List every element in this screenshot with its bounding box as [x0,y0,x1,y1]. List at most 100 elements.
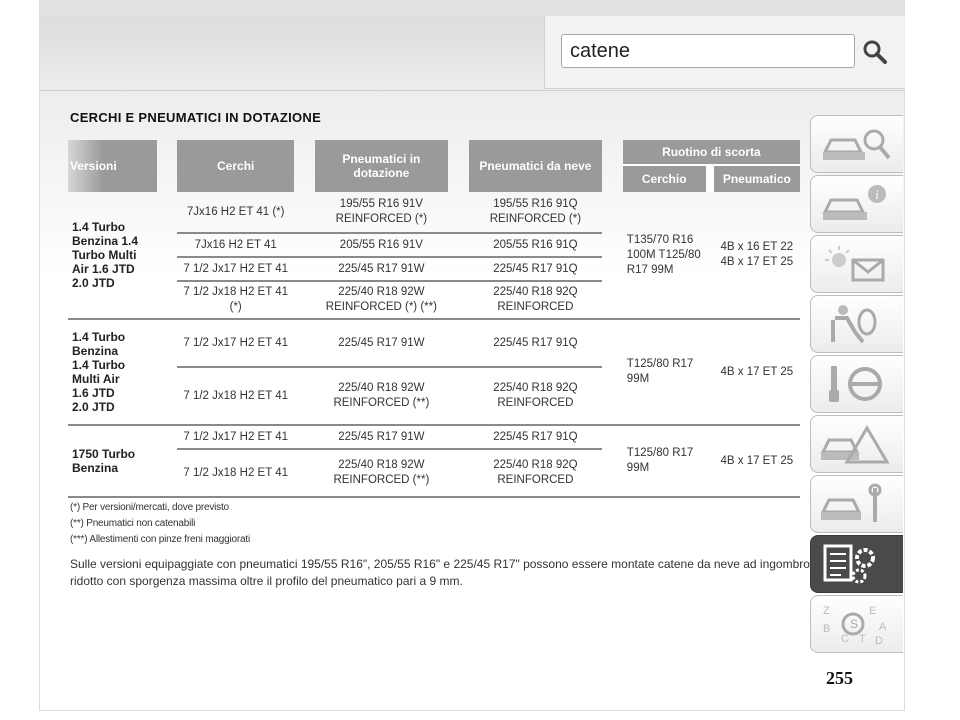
column-gap [156,426,178,498]
column-gap [293,192,315,234]
column-gap [602,320,623,426]
tab-car-tools[interactable] [810,475,903,533]
cell-cerchi: 7 1/2 Jx18 H2 ET 41 [177,368,294,426]
header-divider [40,90,904,91]
header-cerchi: Cerchi [177,140,294,192]
cell-cerchi: 7 1/2 Jx17 H2 ET 41 [177,426,294,450]
version-line: 1750 Turbo [72,447,136,461]
version-line: Air 1.6 JTD [72,262,135,276]
section-title: CERCHI E PNEUMATICI IN DOTAZIONE [70,110,322,125]
cell-pneumatici-dotazione: 195/55 R16 91V REINFORCED (*) [314,192,448,234]
cell-ruotino-pneumatico: 4B x 17 ET 25 [713,426,800,498]
manual-page: CERCHI E PNEUMATICI IN DOTAZIONE Version… [40,0,905,710]
tab-car-search[interactable] [810,115,903,173]
cell-pneumatici-neve: 225/40 R18 92Q REINFORCED [468,450,603,498]
version-line: 1.4 Turbo [72,330,126,344]
cell-pneumatici-dotazione: 225/45 R17 91W [314,426,448,450]
cell-cerchi: 7 1/2 Jx17 H2 ET 41 [177,258,294,282]
svg-text:E: E [869,605,876,617]
cell-cerchi: 7Jx16 H2 ET 41 [177,234,294,258]
svg-text:C: C [841,633,849,645]
top-bar [40,0,904,17]
svg-text:T: T [859,633,866,645]
tab-warning-lights[interactable] [810,235,903,293]
cell-ruotino-pneumatico: 4B x 16 ET 22 4B x 17 ET 25 [713,192,800,320]
table-row: 1750 Turbo Benzina 7 1/2 Jx17 H2 ET 41 225/… [68,426,800,498]
search-button[interactable] [861,38,889,66]
column-gap [448,320,469,368]
column-gap [293,450,315,498]
version-line: 2.0 JTD [72,276,115,290]
version-line: Benzina [72,344,119,358]
snow-chains-note: Sulle versioni equipaggiate con pneumati… [70,557,810,588]
cell-pneumatici-neve: 225/45 R17 91Q [468,426,603,450]
svg-text:S: S [850,617,858,631]
column-gap [448,426,469,450]
search-icon [863,40,887,64]
search-panel [544,16,905,89]
cell-ruotino-pneumatico: 4B x 17 ET 25 [713,320,800,426]
svg-text:B: B [823,623,830,635]
cell-pneumatici-dotazione: 225/40 R18 92W REINFORCED (*) (**) [314,282,448,320]
column-gap [448,282,469,320]
cell-pneumatici-dotazione: 205/55 R16 91V [314,234,448,258]
tab-car-info[interactable]: i [810,175,903,233]
specs-gear-icon [823,544,875,584]
cell-pneumatici-dotazione: 225/45 R17 91W [314,258,448,282]
cell-pneumatici-neve: 205/55 R16 91Q [468,234,603,258]
cell-pneumatici-dotazione: 225/40 R18 92W REINFORCED (**) [314,368,448,426]
version-line: 1.6 JTD [72,386,115,400]
cell-ruotino-cerchio: T125/80 R17 99M [622,426,706,498]
svg-text:Z: Z [823,605,830,617]
column-gap [293,258,315,282]
key-steering-icon [829,366,882,402]
tab-specs-gear[interactable] [810,535,903,593]
table-body: 1.4 Turbo Benzina 1.4 Turbo Multi Air 1.6 J… [68,192,800,498]
column-gap [602,192,623,320]
header-versioni: Versioni [68,140,157,192]
tab-airbag-seat[interactable] [810,295,903,353]
column-gap [705,426,714,498]
version-line: Benzina 1.4 [72,234,139,248]
cell-pneumatici-neve: 225/45 R17 91Q [468,258,603,282]
footnote: (*) Per versioni/mercati, dove previsto [70,502,229,513]
column-gap [156,192,178,320]
column-gap [448,258,469,282]
tab-alphabet-index[interactable]: Z E B A CTD S [810,595,903,653]
column-gap [293,426,315,450]
version-line: Benzina [72,461,119,475]
page-number: 255 [826,668,853,688]
cell-cerchi: 7Jx16 H2 ET 41 (*) [177,192,294,234]
car-warning-icon [820,425,890,464]
svg-text:D: D [875,635,883,646]
car-search-icon [822,129,891,160]
table-row: 1.4 Turbo Benzina 1.4 Turbo Multi Air 1.6 J… [68,192,800,320]
tab-car-warning[interactable] [810,415,903,473]
cell-cerchi: 7 1/2 Jx18 H2 ET 41 [177,450,294,498]
column-gap [602,426,623,498]
header-cerchio: Cerchio [622,166,706,192]
svg-text:A: A [879,621,887,633]
cell-cerchi: 7 1/2 Jx17 H2 ET 41 [177,320,294,368]
column-gap [448,234,469,258]
version-line: 2.0 JTD [72,400,115,414]
version-cell: 1.4 Turbo Benzina 1.4 Turbo Multi Air 1.6 JT… [68,320,157,426]
table-row: 1.4 Turbo Benzina 1.4 Turbo Multi Air 1.6 JT… [68,320,800,426]
car-info-icon: i [822,185,886,220]
column-gap [448,368,469,426]
version-line: Turbo Multi [72,248,137,262]
cell-cerchi: 7 1/2 Jx18 H2 ET 41 (*) [177,282,294,320]
column-gap [156,320,178,426]
header-pneumatici-dotazione: Pneumatici in dotazione [314,140,448,192]
cell-pneumatici-dotazione: 225/45 R17 91W [314,320,448,368]
column-gap [293,368,315,426]
search-input[interactable] [561,34,855,68]
version-cell: 1750 Turbo Benzina [68,426,157,498]
tab-key-steering[interactable] [810,355,903,413]
cell-ruotino-cerchio: T135/70 R16 100M T125/80 R17 99M [622,192,706,320]
wheels-tires-table: Versioni Cerchi Pneumatici in dotazione … [68,140,800,498]
svg-text:i: i [875,187,879,202]
column-gap [705,192,714,320]
cell-ruotino-cerchio: T125/80 R17 99M [622,320,706,426]
column-gap [293,320,315,368]
